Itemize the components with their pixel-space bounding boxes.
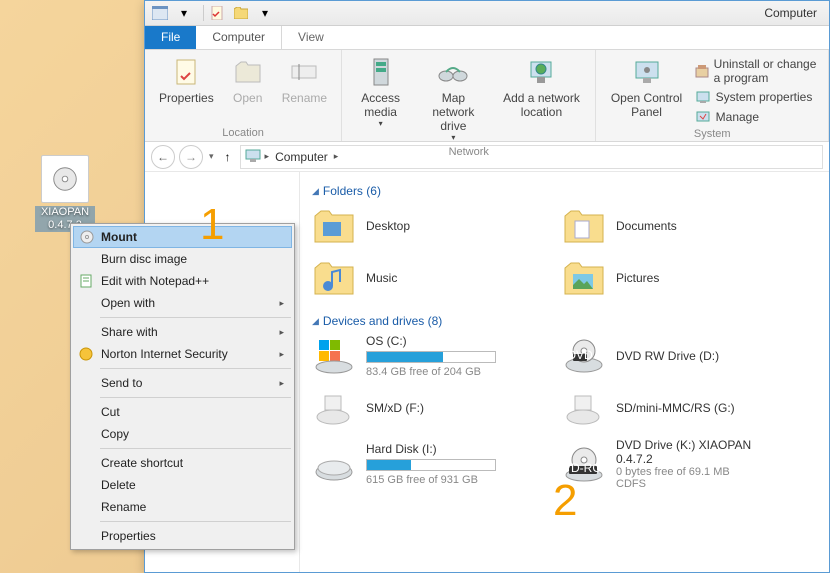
ctx-cut[interactable]: Cut <box>73 401 292 423</box>
drive-hd-i[interactable]: Hard Disk (I:) 615 GB free of 931 GB <box>312 438 532 490</box>
separator <box>203 5 204 21</box>
window-title: Computer <box>764 6 823 20</box>
folder-icon <box>312 256 356 300</box>
open-icon <box>232 56 264 88</box>
uninstall-icon <box>695 63 709 79</box>
ctx-mount[interactable]: Mount <box>73 226 292 248</box>
ctx-burn[interactable]: Burn disc image <box>73 248 292 270</box>
properties-qat-icon[interactable] <box>208 4 226 22</box>
back-button[interactable]: ← <box>151 145 175 169</box>
disc-icon <box>79 229 95 245</box>
folder-music[interactable]: Music <box>312 256 532 300</box>
manage-button[interactable]: Manage <box>693 108 820 126</box>
chevron-right-icon[interactable]: ▸ <box>265 151 270 162</box>
svg-text:DVD: DVD <box>567 348 593 362</box>
map-drive-button[interactable]: Map network drive ▾ <box>415 54 491 144</box>
submenu-arrow-icon: ▸ <box>279 349 284 360</box>
breadcrumb-item[interactable]: Computer <box>273 150 330 164</box>
hdd-icon <box>312 442 356 486</box>
add-location-button[interactable]: Add a network location <box>496 54 588 144</box>
ribbon-group-network: Access media ▾ Map network drive ▾ Add a… <box>342 50 596 141</box>
address-bar: ← → ▾ ↑ ▸ Computer ▸ <box>145 142 829 172</box>
tab-computer[interactable]: Computer <box>196 26 282 49</box>
context-menu: Mount Burn disc image Edit with Notepad+… <box>70 223 295 550</box>
manage-icon <box>695 109 711 125</box>
history-dropdown[interactable]: ▾ <box>207 151 216 162</box>
quick-access-toolbar: ▾ ▾ Computer <box>145 1 829 26</box>
folder-icon <box>312 204 356 248</box>
ctx-create-shortcut[interactable]: Create shortcut <box>73 452 292 474</box>
ctx-open-with[interactable]: Open with▸ <box>73 292 292 314</box>
window-icon <box>151 4 169 22</box>
folder-icon <box>562 204 606 248</box>
collapse-icon: ◢ <box>312 186 319 197</box>
properties-button[interactable]: Properties <box>153 54 220 125</box>
section-folders[interactable]: ◢ Folders (6) <box>312 184 817 198</box>
folder-documents[interactable]: Documents <box>562 204 782 248</box>
network-location-icon <box>525 56 557 88</box>
drive-sd-mmc-g[interactable]: SD/mini-MMC/RS (G:) <box>562 386 782 430</box>
qat-dropdown-icon[interactable]: ▾ <box>175 4 193 22</box>
card-reader-icon <box>562 386 606 430</box>
section-drives[interactable]: ◢ Devices and drives (8) <box>312 314 817 328</box>
hdd-icon <box>312 334 356 378</box>
control-panel-button[interactable]: Open Control Panel <box>604 54 688 126</box>
svg-text:DVD-ROM: DVD-ROM <box>563 461 605 475</box>
forward-button[interactable]: → <box>179 145 203 169</box>
ribbon-group-system: Open Control Panel Uninstall or change a… <box>596 50 829 141</box>
tab-view[interactable]: View <box>282 26 340 49</box>
ctx-share-with[interactable]: Share with▸ <box>73 321 292 343</box>
ctx-properties[interactable]: Properties <box>73 525 292 547</box>
ribbon-tabs: File Computer View <box>145 26 829 50</box>
desktop-file-iso[interactable]: XIAOPAN 0.4.7.2 <box>35 155 95 232</box>
ctx-send-to[interactable]: Send to▸ <box>73 372 292 394</box>
up-button[interactable]: ↑ <box>220 149 236 165</box>
collapse-icon: ◢ <box>312 316 319 327</box>
system-props-icon <box>695 89 711 105</box>
uninstall-button[interactable]: Uninstall or change a program <box>693 56 820 86</box>
dvd-drive-icon: DVD <box>562 334 606 378</box>
ribbon-group-location: Properties Open Rename Location <box>145 50 342 141</box>
system-properties-button[interactable]: System properties <box>693 88 820 106</box>
rename-icon <box>288 56 320 88</box>
ctx-rename[interactable]: Rename <box>73 496 292 518</box>
usage-bar <box>366 351 496 363</box>
submenu-arrow-icon: ▸ <box>279 298 284 309</box>
media-server-icon <box>365 56 397 88</box>
new-folder-qat-icon[interactable] <box>232 4 250 22</box>
ctx-delete[interactable]: Delete <box>73 474 292 496</box>
ribbon: Properties Open Rename Location Access m… <box>145 50 829 142</box>
map-drive-icon <box>437 56 469 88</box>
rename-button[interactable]: Rename <box>276 54 333 125</box>
folder-desktop[interactable]: Desktop <box>312 204 532 248</box>
submenu-arrow-icon: ▸ <box>279 327 284 338</box>
control-panel-icon <box>631 56 663 88</box>
disc-file-icon <box>41 155 89 203</box>
callout-2: 2 <box>553 476 577 526</box>
callout-1: 1 <box>200 200 224 250</box>
ctx-copy[interactable]: Copy <box>73 423 292 445</box>
ctx-norton[interactable]: Norton Internet Security▸ <box>73 343 292 365</box>
chevron-right-icon[interactable]: ▸ <box>334 151 339 162</box>
qat-dropdown-icon[interactable]: ▾ <box>256 4 274 22</box>
usage-bar <box>366 459 496 471</box>
drive-sm-xd-f[interactable]: SM/xD (F:) <box>312 386 532 430</box>
notepad-icon <box>78 273 94 289</box>
access-media-button[interactable]: Access media ▾ <box>350 54 411 144</box>
computer-icon <box>245 149 261 165</box>
tab-file[interactable]: File <box>145 26 196 49</box>
card-reader-icon <box>312 386 356 430</box>
properties-icon <box>170 56 202 88</box>
ctx-edit-notepadpp[interactable]: Edit with Notepad++ <box>73 270 292 292</box>
folder-pictures[interactable]: Pictures <box>562 256 782 300</box>
drive-dvd-k-xiaopan[interactable]: DVD-ROM DVD Drive (K:) XIAOPAN 0.4.7.2 0… <box>562 438 782 490</box>
open-button[interactable]: Open <box>224 54 272 125</box>
norton-icon <box>78 346 94 362</box>
drive-dvd-rw-d[interactable]: DVD DVD RW Drive (D:) <box>562 334 782 378</box>
breadcrumb[interactable]: ▸ Computer ▸ <box>240 145 823 169</box>
submenu-arrow-icon: ▸ <box>279 378 284 389</box>
folder-icon <box>562 256 606 300</box>
drive-os-c[interactable]: OS (C:) 83.4 GB free of 204 GB <box>312 334 532 378</box>
